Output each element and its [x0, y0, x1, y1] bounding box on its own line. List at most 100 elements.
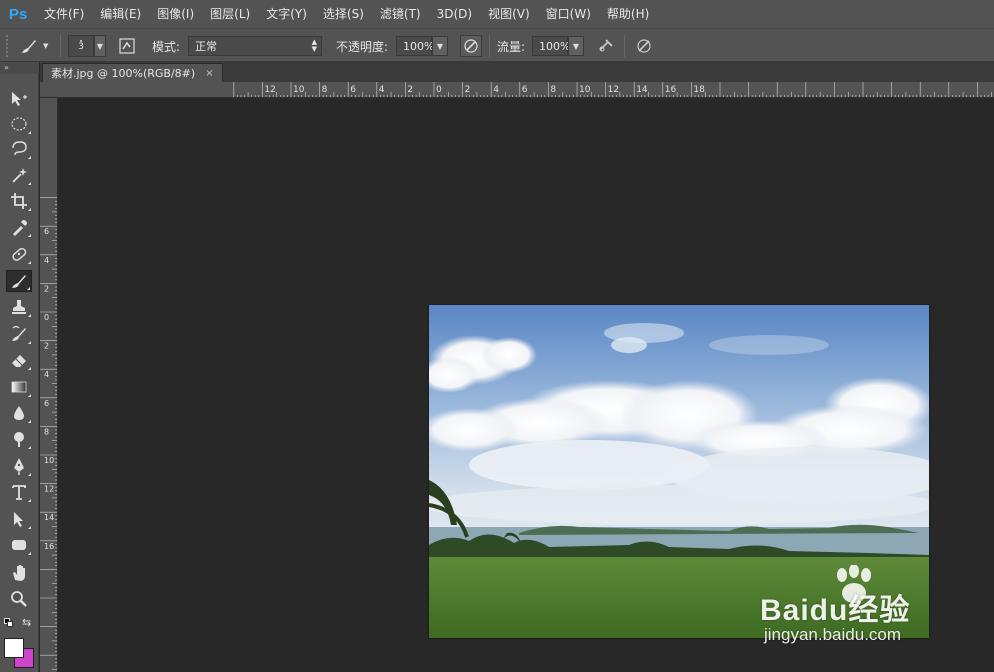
rectangle-tool[interactable]	[6, 534, 32, 556]
blend-mode-select[interactable]: 正常 ▲ ▼	[188, 34, 322, 58]
document-tab[interactable]: 素材.jpg @ 100%(RGB/8#) ×	[42, 63, 223, 82]
opacity-value: 100%	[403, 39, 435, 53]
menu-item[interactable]: 3D(D)	[429, 0, 480, 28]
flow-label: 流量:	[497, 39, 526, 54]
menu-item[interactable]: 图像(I)	[149, 0, 202, 28]
document-tab-bar: 素材.jpg @ 100%(RGB/8#) ×	[40, 62, 994, 82]
menu-bar: Ps 文件(F) 编辑(E) 图像(I) 图层(L) 文字(Y) 选择(S) 滤镜(T) 3D…	[0, 0, 994, 28]
swap-colors-icon[interactable]: ⇆	[22, 616, 31, 629]
crop-icon	[11, 193, 27, 209]
menu-item[interactable]: 视图(V)	[480, 0, 538, 28]
type-tool[interactable]	[6, 481, 32, 503]
marquee-icon	[11, 117, 27, 131]
chevron-down-icon[interactable]: ▼	[94, 35, 106, 57]
chevron-down-icon[interactable]: ▼	[568, 36, 584, 56]
panel-collapse-icon[interactable]: »	[0, 62, 39, 74]
move-icon	[12, 92, 27, 106]
ruler-label: 12	[264, 85, 275, 95]
ruler-label: 8	[44, 427, 49, 436]
menu-item[interactable]: 帮助(H)	[599, 0, 657, 28]
horizontal-ruler[interactable]: 12 10 8 6 4 2 0 2 4 6 8 10 12 14 16 18	[40, 82, 994, 98]
ruler-label: 8	[322, 85, 328, 95]
ruler-label: 12	[608, 85, 619, 95]
blend-mode-value: 正常	[195, 40, 217, 53]
dodge-icon	[14, 432, 24, 447]
hand-tool[interactable]	[6, 562, 32, 584]
zoom-icon	[11, 591, 27, 607]
flow-field[interactable]: 100% ▼	[532, 34, 584, 58]
opacity-field[interactable]: 100% ▼	[396, 34, 448, 58]
chevron-down-icon[interactable]: ▼	[432, 36, 448, 56]
marquee-tool[interactable]	[6, 113, 32, 135]
menu-item[interactable]: 选择(S)	[315, 0, 372, 28]
menu-item[interactable]: 编辑(E)	[92, 0, 149, 28]
brush-size-picker[interactable]: 3 ▼	[68, 34, 106, 58]
foreground-color-swatch[interactable]	[4, 638, 24, 658]
lasso-icon	[12, 141, 27, 156]
airbrush-button[interactable]	[596, 34, 616, 58]
menu-item[interactable]: 文字(Y)	[258, 0, 315, 28]
ruler-label: 6	[44, 399, 49, 408]
default-colors-icon[interactable]	[4, 618, 14, 628]
tool-preset-picker[interactable]: ▼	[18, 34, 48, 58]
menu-item[interactable]: 窗口(W)	[538, 0, 599, 28]
gradient-tool[interactable]	[6, 376, 32, 398]
separator	[624, 35, 625, 57]
gradient-icon	[11, 381, 27, 393]
menu-item[interactable]: 图层(L)	[202, 0, 258, 28]
crop-tool[interactable]	[6, 190, 32, 212]
lasso-tool[interactable]	[6, 138, 32, 160]
pen-tool[interactable]	[6, 455, 32, 477]
eraser-icon	[12, 355, 26, 367]
blur-icon	[14, 406, 24, 420]
dodge-tool[interactable]	[6, 428, 32, 450]
eyedropper-tool[interactable]	[6, 216, 32, 238]
menu-item[interactable]: 滤镜(T)	[372, 0, 429, 28]
ruler-label: 14	[44, 513, 54, 522]
vertical-ruler[interactable]: 6 4 2 0 2 4 6 8 10 12 14 16	[40, 98, 58, 672]
zoom-tool[interactable]	[6, 588, 32, 610]
ruler-label: 4	[379, 85, 385, 95]
ruler-label: 4	[44, 256, 49, 265]
pressure-size-button[interactable]	[634, 34, 654, 58]
separator	[60, 35, 61, 57]
clone-stamp-tool[interactable]	[6, 296, 32, 318]
brush-icon	[22, 40, 36, 53]
baidu-watermark: Baidu经验 jingyan.baidu.com	[760, 565, 940, 655]
ruler-label: 0	[44, 313, 49, 322]
ruler-label: 16	[44, 542, 54, 551]
options-grip[interactable]	[6, 35, 10, 57]
eraser-tool[interactable]	[6, 349, 32, 371]
ruler-label: 2	[44, 284, 49, 293]
history-brush-tool[interactable]	[6, 323, 32, 345]
brush-panel-toggle[interactable]	[116, 34, 138, 58]
brush-tool[interactable]	[6, 270, 32, 292]
blur-tool[interactable]	[6, 402, 32, 424]
ruler-label: 10	[579, 85, 591, 95]
mode-label: 模式:	[152, 39, 181, 54]
watermark-brand: Baidu经验	[760, 594, 911, 627]
path-selection-icon	[14, 512, 23, 527]
airbrush-icon	[599, 39, 613, 52]
close-icon[interactable]: ×	[205, 68, 213, 79]
opacity-label: 不透明度:	[336, 39, 389, 54]
eyedropper-icon	[13, 220, 27, 236]
path-selection-tool[interactable]	[6, 508, 32, 530]
ruler-label: 16	[665, 85, 677, 95]
magic-wand-tool[interactable]	[6, 164, 32, 186]
history-brush-icon	[12, 325, 26, 341]
magic-wand-icon	[12, 168, 27, 183]
hand-icon	[13, 565, 25, 581]
ruler-label: 2	[465, 85, 471, 95]
ruler-label: 14	[636, 85, 648, 95]
healing-brush-tool[interactable]	[6, 243, 32, 265]
tools-panel: » ⇆	[0, 62, 39, 672]
ruler-label: 12	[44, 485, 54, 494]
ruler-label: 10	[44, 456, 54, 465]
pressure-opacity-button[interactable]	[460, 34, 482, 58]
flow-value: 100%	[539, 39, 571, 53]
move-tool[interactable]	[6, 88, 32, 110]
document-tab-title: 素材.jpg @ 100%(RGB/8#)	[51, 67, 196, 80]
ruler-label: 6	[44, 227, 49, 236]
menu-item[interactable]: 文件(F)	[36, 0, 92, 28]
